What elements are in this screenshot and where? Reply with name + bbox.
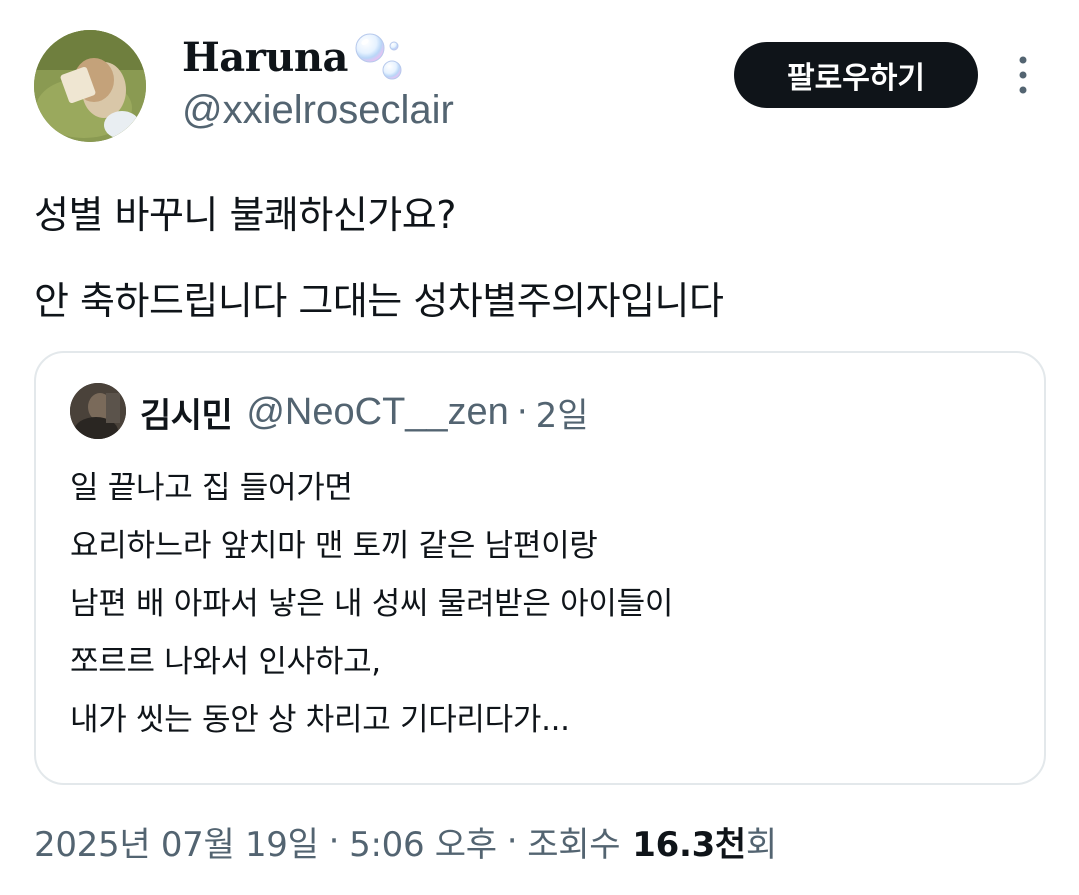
tweet-meta: 2025년 07월 19일 · 5:06 오후 · 조회수 16.3천 회 — [34, 814, 777, 868]
bubbles-icon — [352, 30, 404, 84]
quote-text: 일 끝나고 집 들어가면 요리하느라 앞치마 맨 토끼 같은 남편이랑 남편 배… — [70, 459, 673, 749]
tweet-time[interactable]: 5:06 오후 — [349, 817, 497, 866]
tweet-text-line: 안 축하드립니다 그대는 성차별주의자입니다 — [34, 279, 724, 323]
quote-text-line: 내가 씻는 동안 상 차리고 기다리다가... — [70, 702, 570, 738]
quote-author-avatar — [70, 383, 126, 439]
quoted-tweet-card[interactable]: 김시민 @NeoCT__zen · 2일 일 끝나고 집 들어가면 요리하느라 … — [34, 351, 1046, 785]
author-avatar[interactable] — [34, 30, 146, 142]
separator-dot: · — [506, 821, 518, 861]
quote-text-line: 요리하느라 앞치마 맨 토끼 같은 남편이랑 — [70, 528, 598, 564]
quote-author-name: 김시민 — [140, 395, 233, 436]
views-label: 조회수 — [527, 824, 621, 865]
more-vertical-icon[interactable] — [1010, 54, 1036, 98]
views-count[interactable]: 16.3천 — [632, 817, 746, 866]
display-name-row[interactable]: Haruna — [182, 30, 404, 84]
tweet-date[interactable]: 2025년 07월 19일 — [34, 817, 319, 866]
quote-text-line: 남편 배 아파서 낳은 내 성씨 물려받은 아이들이 — [70, 586, 674, 622]
quote-header: 김시민 @NeoCT__zen · 2일 — [140, 385, 589, 439]
quote-text-line: 일 끝나고 집 들어가면 — [70, 470, 353, 506]
quote-timestamp: 2일 — [535, 395, 589, 436]
separator-dot: · — [328, 821, 340, 861]
views-suffix: 회 — [745, 824, 777, 865]
tweet: Haruna @xxielroseclair 팔로우하기 성별 바꾸니 불쾌하신… — [0, 0, 1079, 895]
display-name[interactable]: Haruna — [182, 34, 348, 81]
quote-text-line: 쪼르르 나와서 인사하고, — [70, 644, 381, 680]
follow-button[interactable]: 팔로우하기 — [734, 42, 978, 108]
author-handle[interactable]: @xxielroseclair — [182, 88, 454, 133]
tweet-text-line: 성별 바꾸니 불쾌하신가요? — [34, 193, 456, 237]
separator-dot: · — [516, 392, 528, 432]
quote-author-handle: @NeoCT__zen — [246, 390, 509, 433]
